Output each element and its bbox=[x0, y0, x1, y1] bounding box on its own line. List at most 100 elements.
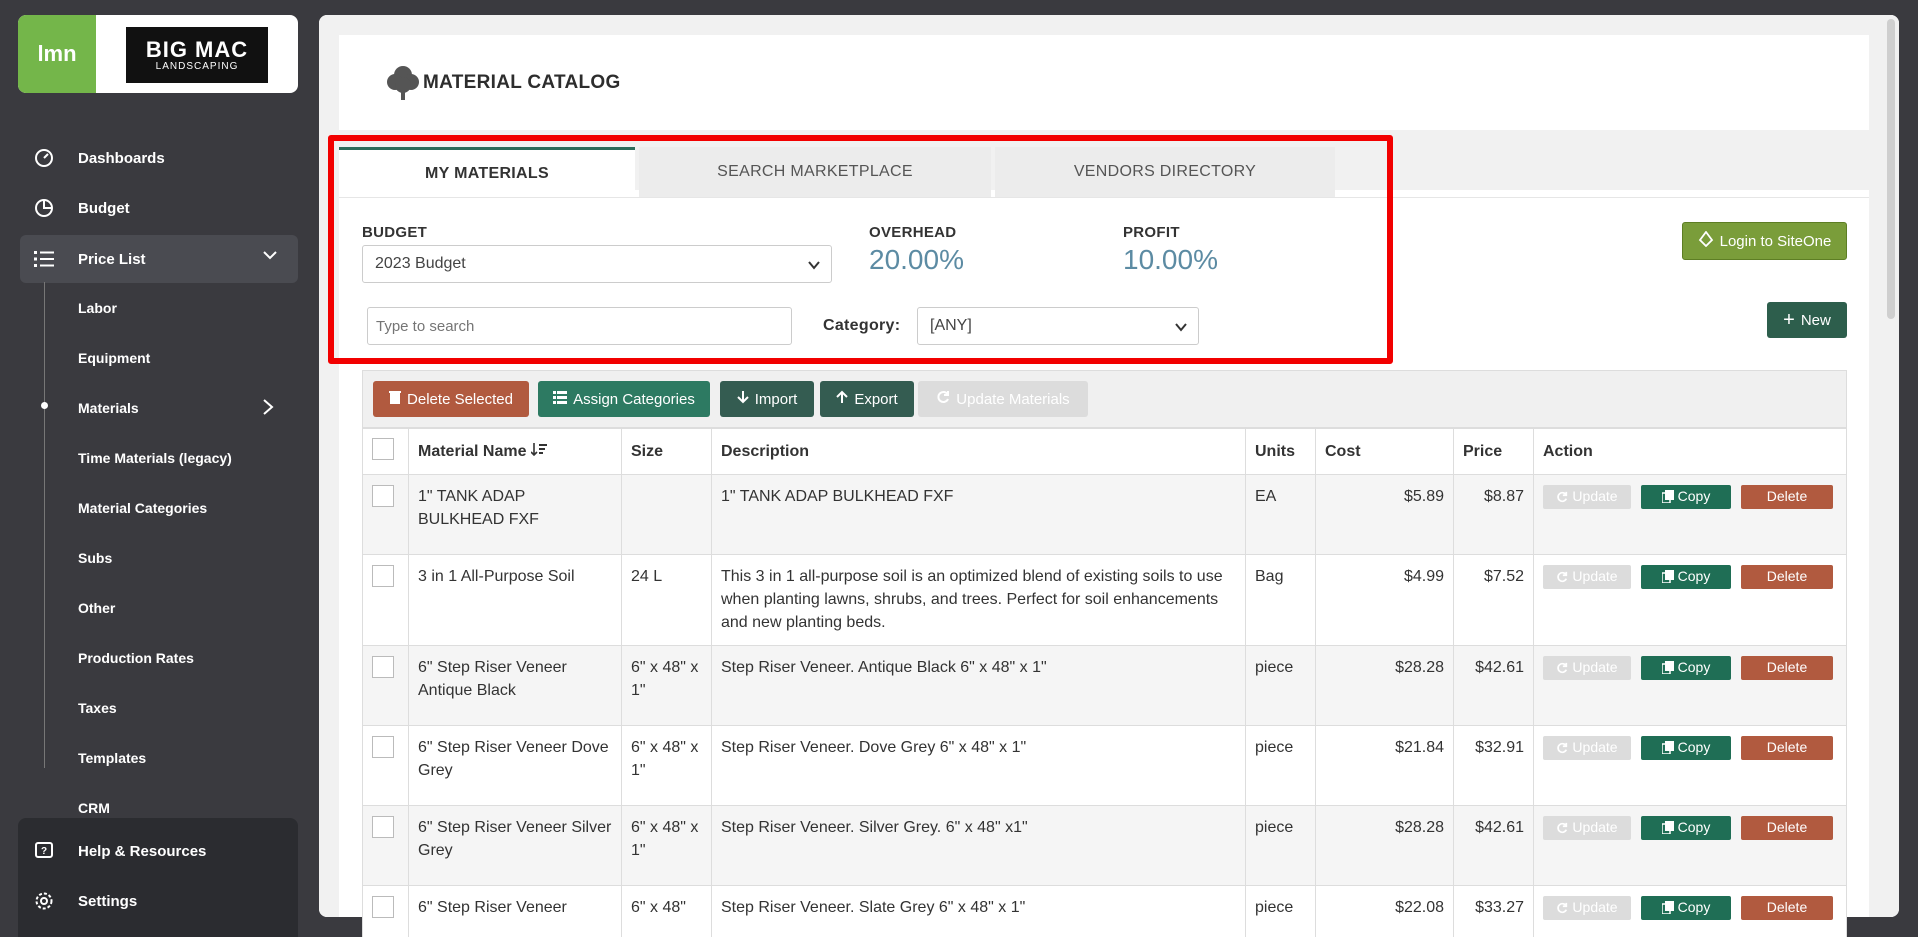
delete-button[interactable]: Delete bbox=[1741, 484, 1833, 509]
delete-button[interactable]: Delete bbox=[1741, 655, 1833, 680]
sidebar-item-crm[interactable]: CRM bbox=[78, 800, 110, 816]
sidebar-subitem-materials[interactable]: Materials bbox=[78, 400, 139, 416]
copy-button[interactable]: Copy bbox=[1641, 895, 1731, 920]
sidebar-subitem-production-rates[interactable]: Production Rates bbox=[78, 650, 194, 666]
overhead-value: 20.00% bbox=[869, 244, 964, 275]
select-all-header bbox=[362, 428, 409, 475]
cell-actions: Update Copy Delete bbox=[1533, 885, 1847, 937]
cell-cost: $4.99 bbox=[1315, 554, 1454, 646]
row-checkbox[interactable] bbox=[372, 896, 394, 918]
chevron-down-icon bbox=[1174, 320, 1188, 339]
copy-button[interactable]: Copy bbox=[1641, 815, 1731, 840]
update-button[interactable]: Update bbox=[1543, 564, 1631, 589]
cell-description: Step Riser Veneer. Slate Grey 6" x 48" x… bbox=[711, 885, 1246, 937]
copy-button[interactable]: Copy bbox=[1641, 655, 1731, 680]
row-checkbox[interactable] bbox=[372, 816, 394, 838]
sidebar-subitem-subs[interactable]: Subs bbox=[78, 550, 112, 566]
header-size[interactable]: Size bbox=[621, 428, 712, 475]
cell-size: 6" x 48" x 1" bbox=[621, 645, 712, 726]
row-checkbox[interactable] bbox=[372, 565, 394, 587]
sidebar-item-dashboards[interactable]: Dashboards bbox=[20, 135, 298, 181]
login-siteone-button[interactable]: Login to SiteOne bbox=[1682, 222, 1847, 260]
row-checkbox[interactable] bbox=[372, 656, 394, 678]
row-checkbox[interactable] bbox=[372, 736, 394, 758]
copy-button[interactable]: Copy bbox=[1641, 735, 1731, 760]
header-material-name[interactable]: Material Name bbox=[408, 428, 622, 475]
profit-value: 10.00% bbox=[1123, 244, 1218, 275]
scrollbar[interactable] bbox=[1887, 19, 1895, 319]
import-button[interactable]: Import bbox=[720, 381, 814, 417]
category-label: Category: bbox=[823, 317, 901, 334]
update-button[interactable]: Update bbox=[1543, 815, 1631, 840]
row-select-cell bbox=[362, 645, 409, 726]
refresh-icon bbox=[1557, 822, 1568, 833]
sidebar-subitem-material-categories[interactable]: Material Categories bbox=[78, 500, 207, 516]
budget-select-value: 2023 Budget bbox=[375, 255, 466, 272]
overhead-label: OVERHEAD bbox=[869, 224, 957, 241]
sidebar-subitem-labor[interactable]: Labor bbox=[78, 300, 117, 316]
sidebar-subitem-other[interactable]: Other bbox=[78, 600, 115, 616]
copy-label: Copy bbox=[1677, 899, 1711, 915]
delete-button[interactable]: Delete bbox=[1741, 895, 1833, 920]
svg-text:?: ? bbox=[41, 846, 47, 857]
sidebar-subitem-equipment[interactable]: Equipment bbox=[78, 350, 150, 366]
sort-icon bbox=[530, 443, 547, 460]
bottom-nav: ? Help & Resources Settings bbox=[18, 818, 298, 937]
delete-button[interactable]: Delete bbox=[1741, 735, 1833, 760]
delete-selected-button[interactable]: Delete Selected bbox=[373, 381, 529, 417]
update-button[interactable]: Update bbox=[1543, 655, 1631, 680]
budget-select[interactable]: 2023 Budget bbox=[362, 245, 832, 283]
sidebar-item-budget[interactable]: Budget bbox=[20, 185, 298, 231]
sidebar-item-label: Price List bbox=[78, 250, 146, 268]
export-button[interactable]: Export bbox=[820, 381, 914, 417]
sidebar-item-price-list[interactable]: Price List bbox=[20, 235, 298, 283]
delete-label: Delete bbox=[1766, 568, 1808, 584]
header-price[interactable]: Price bbox=[1453, 428, 1534, 475]
update-button[interactable]: Update bbox=[1543, 735, 1631, 760]
new-button[interactable]: + New bbox=[1767, 302, 1847, 338]
tab-my-materials[interactable]: MY MATERIALS bbox=[339, 147, 635, 197]
assign-categories-button[interactable]: Assign Categories bbox=[538, 381, 710, 417]
delete-button[interactable]: Delete bbox=[1741, 815, 1833, 840]
sidebar-subitem-time-materials[interactable]: Time Materials (legacy) bbox=[78, 450, 232, 466]
cell-material-name: 6" Step Riser Veneer Silver Grey bbox=[408, 805, 622, 886]
update-button[interactable]: Update bbox=[1543, 484, 1631, 509]
update-label: Update bbox=[1572, 659, 1618, 675]
update-label: Update bbox=[1572, 819, 1618, 835]
sidebar-item-settings[interactable]: Settings bbox=[20, 878, 298, 924]
cell-units: piece bbox=[1245, 885, 1316, 937]
sidebar-subitem-templates[interactable]: Templates bbox=[78, 750, 146, 766]
category-select[interactable]: [ANY] bbox=[917, 307, 1199, 345]
select-all-checkbox[interactable] bbox=[372, 438, 394, 460]
list-icon bbox=[32, 247, 56, 271]
cell-price: $42.61 bbox=[1453, 645, 1534, 726]
cell-cost: $28.28 bbox=[1315, 805, 1454, 886]
sidebar-item-help[interactable]: ? Help & Resources bbox=[20, 828, 298, 874]
help-icon: ? bbox=[32, 839, 56, 863]
copy-icon bbox=[1661, 741, 1674, 754]
cell-units: piece bbox=[1245, 805, 1316, 886]
search-input[interactable] bbox=[367, 307, 792, 345]
lmn-logo[interactable]: lmn bbox=[18, 15, 96, 93]
copy-button[interactable]: Copy bbox=[1641, 484, 1731, 509]
company-logo-line1: BIG MAC bbox=[145, 36, 249, 62]
tab-search-marketplace[interactable]: SEARCH MARKETPLACE bbox=[639, 147, 991, 197]
categories-icon bbox=[553, 390, 568, 408]
header-cost[interactable]: Cost bbox=[1315, 428, 1454, 475]
cell-description: This 3 in 1 all-purpose soil is an optim… bbox=[711, 554, 1246, 646]
new-label: New bbox=[1800, 311, 1831, 329]
header-description[interactable]: Description bbox=[711, 428, 1246, 475]
cell-cost: $28.28 bbox=[1315, 645, 1454, 726]
tab-vendors-directory[interactable]: VENDORS DIRECTORY bbox=[995, 147, 1335, 197]
update-materials-button[interactable]: Update Materials bbox=[918, 381, 1088, 417]
copy-button[interactable]: Copy bbox=[1641, 564, 1731, 589]
update-label: Update bbox=[1572, 739, 1618, 755]
update-button[interactable]: Update bbox=[1543, 895, 1631, 920]
row-checkbox[interactable] bbox=[372, 485, 394, 507]
copy-icon bbox=[1661, 821, 1674, 834]
delete-label: Delete bbox=[1766, 819, 1808, 835]
delete-button[interactable]: Delete bbox=[1741, 564, 1833, 589]
header-units[interactable]: Units bbox=[1245, 428, 1316, 475]
cell-actions: Update Copy Delete bbox=[1533, 645, 1847, 726]
sidebar-subitem-taxes[interactable]: Taxes bbox=[78, 700, 117, 716]
